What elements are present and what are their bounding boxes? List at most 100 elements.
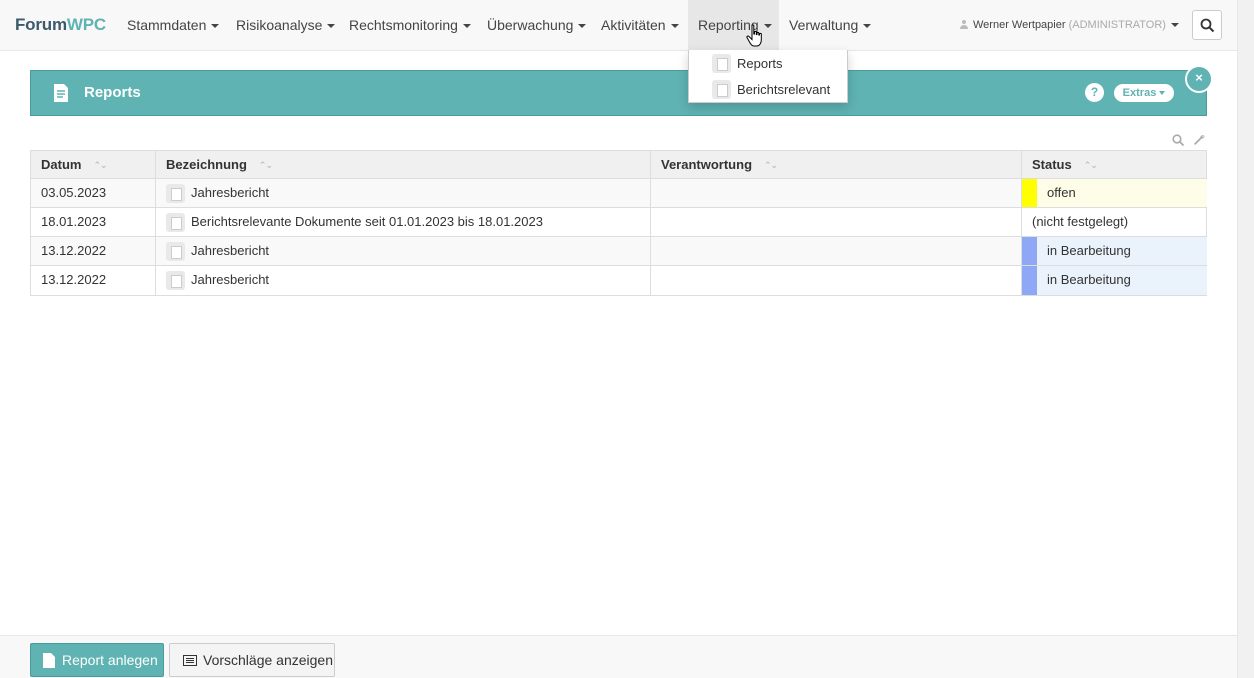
caret-down-icon — [211, 24, 220, 29]
list-icon — [183, 655, 197, 666]
nav-label: Risikoanalyse — [236, 17, 323, 33]
document-icon — [43, 653, 55, 668]
cell-verantwortung — [650, 266, 1021, 295]
footer-toolbar: Report anlegen Vorschläge anzeigen — [0, 635, 1237, 678]
user-icon — [960, 20, 968, 29]
status-color-marker — [1022, 237, 1037, 265]
brand-logo[interactable]: ForumWPC — [15, 15, 106, 35]
table-row[interactable]: 18.01.2023 Berichtsrelevante Dokumente s… — [31, 208, 1206, 237]
sort-icon: ⌃⌄ — [764, 160, 778, 170]
button-label: Report anlegen — [62, 652, 158, 668]
top-navbar: ForumWPC Stammdaten Risikoanalyse Rechts… — [0, 0, 1237, 51]
sort-icon: ⌃⌄ — [258, 160, 273, 170]
document-icon — [54, 84, 68, 102]
close-button[interactable]: × — [1185, 65, 1213, 93]
status-text: offen — [1047, 185, 1076, 200]
bezeichnung-text: Berichtsrelevante Dokumente seit 01.01.2… — [191, 214, 543, 229]
nav-stammdaten[interactable]: Stammdaten — [117, 0, 229, 51]
cell-verantwortung — [650, 179, 1021, 207]
table-row[interactable]: 13.12.2022 Jahresbericht in Bearbeitung — [31, 266, 1207, 295]
column-label: Status — [1032, 157, 1072, 172]
vorschlaege-anzeigen-button[interactable]: Vorschläge anzeigen — [169, 643, 335, 677]
table-header-row: Datum ⌃⌄ Bezeichnung ⌃⌄ Verantwortung ⌃⌄ St… — [31, 151, 1206, 179]
document-icon — [166, 242, 185, 261]
column-header-bezeichnung[interactable]: Bezeichnung ⌃⌄ — [155, 151, 650, 178]
brand-part2: WPC — [66, 15, 106, 34]
caret-down-icon — [863, 24, 872, 29]
page-title: Reports — [84, 84, 141, 101]
cell-bezeichnung[interactable]: Berichtsrelevante Dokumente seit 01.01.2… — [155, 208, 650, 236]
column-label: Verantwortung — [661, 157, 753, 172]
column-label: Datum — [41, 157, 82, 172]
cell-status: offen — [1021, 179, 1207, 207]
sort-icon: ⌃⌄ — [93, 160, 107, 170]
brand-part1: Forum — [15, 15, 67, 34]
menu-item-berichtsrelevant[interactable]: Berichtsrelevant — [689, 77, 847, 103]
report-anlegen-button[interactable]: Report anlegen — [30, 643, 164, 677]
column-header-verantwortung[interactable]: Verantwortung ⌃⌄ — [650, 151, 1021, 178]
document-icon — [712, 80, 731, 99]
caret-down-icon — [1170, 23, 1179, 28]
menu-item-label: Berichtsrelevant — [737, 82, 831, 97]
extras-label: Extras — [1122, 87, 1157, 99]
status-text: (nicht festgelegt) — [1032, 214, 1129, 229]
nav-label: Aktivitäten — [601, 17, 666, 33]
nav-label: Rechtsmonitoring — [349, 17, 458, 33]
caret-down-icon — [462, 24, 471, 29]
table-row[interactable]: 03.05.2023 Jahresbericht offen — [31, 179, 1207, 208]
cell-status: in Bearbeitung — [1021, 266, 1207, 295]
nav-rechtsmonitoring[interactable]: Rechtsmonitoring — [339, 0, 481, 51]
table-tools — [1172, 134, 1210, 150]
nav-aktivitaeten[interactable]: Aktivitäten — [591, 0, 689, 51]
caret-down-icon — [1159, 91, 1166, 96]
column-label: Bezeichnung — [166, 157, 247, 172]
cell-datum: 03.05.2023 — [41, 185, 107, 200]
search-icon — [1200, 18, 1215, 33]
scrollbar[interactable] — [1237, 0, 1254, 678]
cell-datum: 18.01.2023 — [41, 214, 107, 229]
document-icon — [166, 184, 185, 203]
nav-label: Stammdaten — [127, 17, 207, 33]
document-icon — [166, 213, 185, 232]
status-color-marker — [1022, 179, 1037, 207]
caret-down-icon — [327, 24, 336, 29]
document-icon — [712, 54, 731, 73]
cell-status: in Bearbeitung — [1021, 237, 1207, 265]
user-name: Werner Wertpapier — [973, 19, 1066, 31]
cell-datum: 13.12.2022 — [41, 272, 107, 287]
wrench-icon[interactable] — [1193, 134, 1206, 147]
document-icon — [166, 271, 185, 290]
status-text: in Bearbeitung — [1047, 272, 1131, 287]
nav-risikoanalyse[interactable]: Risikoanalyse — [226, 0, 345, 51]
cell-verantwortung — [650, 208, 1021, 236]
search-button[interactable] — [1192, 10, 1222, 40]
caret-down-icon — [670, 24, 679, 29]
nav-label: Überwachung — [487, 17, 574, 33]
cell-bezeichnung[interactable]: Jahresbericht — [155, 179, 650, 207]
user-menu[interactable]: Werner Wertpapier (ADMINISTRATOR) — [960, 0, 1179, 51]
cell-bezeichnung[interactable]: Jahresbericht — [155, 266, 650, 295]
hand-cursor-icon — [746, 24, 762, 47]
cell-datum: 13.12.2022 — [41, 243, 107, 258]
cell-verantwortung — [650, 237, 1021, 265]
nav-verwaltung[interactable]: Verwaltung — [779, 0, 881, 51]
menu-item-reports[interactable]: Reports — [689, 51, 847, 77]
status-text: in Bearbeitung — [1047, 243, 1131, 258]
status-color-marker — [1022, 266, 1037, 295]
table-row[interactable]: 13.12.2022 Jahresbericht in Bearbeitung — [31, 237, 1207, 266]
column-header-datum[interactable]: Datum ⌃⌄ — [31, 151, 155, 178]
caret-down-icon — [578, 24, 587, 29]
extras-button[interactable]: Extras — [1114, 84, 1174, 102]
cell-bezeichnung[interactable]: Jahresbericht — [155, 237, 650, 265]
help-button[interactable]: ? — [1085, 83, 1104, 102]
nav-ueberwachung[interactable]: Überwachung — [477, 0, 596, 51]
column-header-status[interactable]: Status ⌃⌄ — [1021, 151, 1207, 178]
user-role: (ADMINISTRATOR) — [1068, 19, 1166, 31]
search-icon[interactable] — [1172, 134, 1185, 147]
menu-item-label: Reports — [737, 56, 783, 71]
reports-table: Datum ⌃⌄ Bezeichnung ⌃⌄ Verantwortung ⌃⌄ St… — [30, 150, 1207, 296]
cell-status: (nicht festgelegt) — [1021, 208, 1207, 236]
reports-panel-header: Reports ? Extras — [30, 70, 1207, 116]
sort-icon: ⌃⌄ — [1083, 160, 1098, 170]
reporting-dropdown-menu: Reports Berichtsrelevant — [688, 50, 848, 103]
